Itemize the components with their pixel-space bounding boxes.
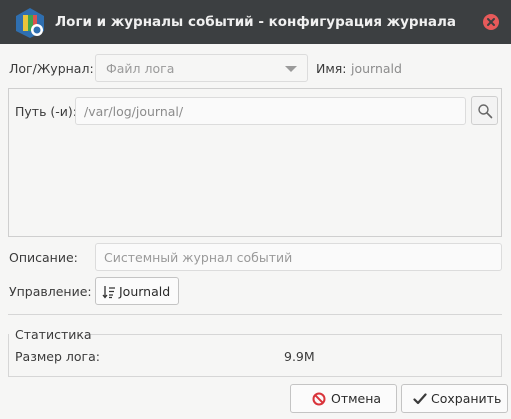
management-label: Управление: xyxy=(9,284,92,299)
log-type-label: Лог/Журнал: xyxy=(9,61,94,76)
statistics-title: Статистика xyxy=(15,327,92,342)
statistics-frame-top-line xyxy=(90,334,502,335)
journald-manage-button[interactable]: Journald xyxy=(95,277,179,305)
description-input[interactable]: Системный журнал событий xyxy=(95,243,502,271)
window-title: Логи и журналы событий - конфигурация жу… xyxy=(54,14,457,30)
save-label: Сохранить xyxy=(431,391,502,406)
save-button[interactable]: Сохранить xyxy=(401,384,508,413)
config-dialog: Логи и журналы событий - конфигурация жу… xyxy=(0,0,511,419)
close-icon xyxy=(487,18,495,26)
divider xyxy=(8,314,502,315)
sort-icon xyxy=(102,286,115,299)
description-placeholder: Системный журнал событий xyxy=(104,250,293,265)
name-value: journald xyxy=(351,61,402,76)
name-label: Имя: xyxy=(316,61,347,76)
path-value: /var/log/journal/ xyxy=(84,104,184,119)
path-input[interactable]: /var/log/journal/ xyxy=(75,97,466,125)
cancel-label: Отмена xyxy=(331,391,382,406)
cancel-icon xyxy=(312,392,326,406)
search-icon xyxy=(478,104,493,119)
title-bar: Логи и журналы событий - конфигурация жу… xyxy=(0,0,511,44)
log-size-label: Размер лога: xyxy=(15,349,100,364)
browse-path-button[interactable] xyxy=(471,96,498,125)
path-label: Путь (-и): xyxy=(15,104,78,119)
chevron-down-icon xyxy=(285,66,297,72)
log-type-value: Файл лога xyxy=(106,61,175,76)
checkmark-icon xyxy=(413,393,427,405)
log-size-value: 9.9M xyxy=(284,349,315,364)
journald-button-label: Journald xyxy=(119,284,171,299)
cancel-button[interactable]: Отмена xyxy=(290,384,397,413)
close-button[interactable] xyxy=(483,14,499,30)
log-type-select[interactable]: Файл лога xyxy=(95,54,308,82)
description-label: Описание: xyxy=(9,250,78,265)
